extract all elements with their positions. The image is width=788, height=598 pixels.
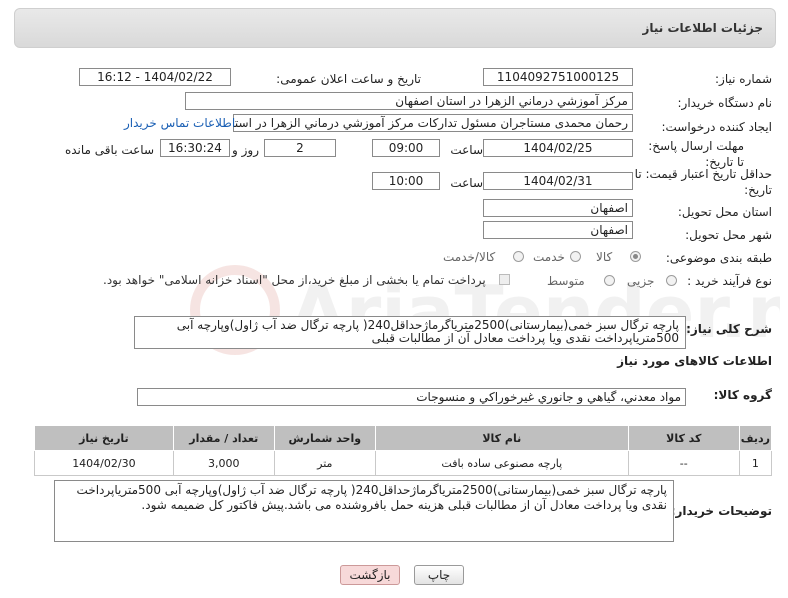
items-table: ردیف کد کالا نام کالا واحد شمارش تعداد /…: [34, 425, 773, 476]
description-label: شرح کلی نیاز:: [686, 322, 772, 336]
process-minor-radio[interactable]: [666, 275, 677, 286]
price-validity-date-field: 1404/02/31: [483, 172, 633, 190]
col-name-header: نام کالا: [374, 425, 629, 451]
deadline-time-field: 09:00: [372, 139, 440, 157]
price-validity-time-label: ساعت: [450, 176, 483, 190]
cell-row: 1: [738, 450, 773, 476]
deadline-time-label: ساعت: [450, 143, 483, 157]
table-row: 1 -- پارچه مصنوعی ساده بافت متر 3,000 14…: [34, 450, 773, 476]
cell-qty: 3,000: [172, 450, 275, 476]
col-code-header: کد کالا: [627, 425, 740, 451]
buyer-org-field: مرکز آموزشي درماني الزهرا در استان اصفها…: [185, 92, 633, 110]
days-remaining-field: 2: [264, 139, 336, 157]
description-textarea[interactable]: پارچه ترگال سبز خمی(بیمارستانی)2500متریا…: [134, 316, 686, 349]
price-validity-time-field: 10:00: [372, 172, 440, 190]
treasury-note: پرداخت تمام یا بخشی از مبلغ خرید،از محل …: [103, 273, 486, 287]
col-date-header: تاریخ نیاز: [34, 425, 174, 451]
cell-code: --: [627, 450, 740, 476]
category-label: طبقه بندی موضوعی:: [665, 251, 772, 265]
province-field: اصفهان: [483, 199, 633, 217]
process-minor-label: جزیی: [627, 274, 655, 288]
cell-unit: متر: [273, 450, 376, 476]
buyer-notes-textarea[interactable]: پارچه ترگال سبز خمی(بیمارستانی)2500متریا…: [54, 480, 674, 542]
category-goods-label: کالا: [596, 250, 613, 264]
back-button[interactable]: بازگشت: [340, 565, 400, 585]
col-unit-header: واحد شمارش: [273, 425, 376, 451]
col-qty-header: تعداد / مقدار: [172, 425, 275, 451]
process-type-label: نوع فرآیند خرید :: [687, 274, 772, 288]
category-both-label: کالا/خدمت: [443, 250, 496, 264]
process-medium-radio[interactable]: [604, 275, 615, 286]
items-table-header: ردیف کد کالا نام کالا واحد شمارش تعداد /…: [34, 425, 773, 451]
city-field: اصفهان: [483, 221, 633, 239]
deadline-date-field: 1404/02/25: [483, 139, 633, 157]
creator-field: رحمان محمدی مستاجران مسئول تدارکات مرکز …: [233, 114, 633, 132]
page-header-panel: جزئیات اطلاعات نیاز: [14, 8, 776, 48]
remaining-time-label: ساعت باقی مانده: [64, 143, 154, 157]
need-number-label: شماره نیاز:: [715, 72, 772, 86]
category-service-radio[interactable]: [570, 251, 581, 262]
cell-date: 1404/02/30: [34, 450, 174, 476]
announce-datetime-field: 1404/02/22 - 16:12: [79, 68, 231, 86]
days-label: روز و: [232, 143, 259, 157]
cell-name: پارچه مصنوعی ساده بافت: [374, 450, 629, 476]
category-both-radio[interactable]: [513, 251, 524, 262]
category-service-label: خدمت: [533, 250, 565, 264]
goods-info-title: اطلاعات کالاهای مورد نیاز: [617, 354, 772, 368]
treasury-checkbox[interactable]: [499, 274, 510, 285]
print-button[interactable]: چاپ: [414, 565, 464, 585]
goods-group-field: مواد معدني، گياهي و جانوري غيرخوراکي و م…: [137, 388, 686, 406]
buyer-org-label: نام دستگاه خریدار:: [677, 96, 773, 110]
process-medium-label: متوسط: [547, 274, 585, 288]
city-label: شهر محل تحویل:: [685, 228, 772, 242]
announce-label: تاریخ و ساعت اعلان عمومی:: [276, 72, 421, 86]
page-title: جزئیات اطلاعات نیاز: [642, 21, 763, 35]
need-number-field: 1104092751000125: [483, 68, 633, 86]
province-label: استان محل تحویل:: [677, 205, 772, 219]
remaining-time-field: 16:30:24: [160, 139, 230, 157]
price-validity-label: حداقل تاریخ اعتبار قیمت: تا تاریخ:: [634, 167, 772, 197]
col-row-header: ردیف: [738, 425, 773, 451]
buyer-notes-label: توضیحات خریدار:: [670, 504, 772, 518]
category-goods-radio[interactable]: [630, 251, 641, 262]
buyer-contact-link[interactable]: اطلاعات تماس خریدار: [124, 116, 235, 130]
creator-label: ایجاد کننده درخواست:: [661, 120, 772, 134]
goods-group-label: گروه کالا:: [713, 388, 772, 402]
